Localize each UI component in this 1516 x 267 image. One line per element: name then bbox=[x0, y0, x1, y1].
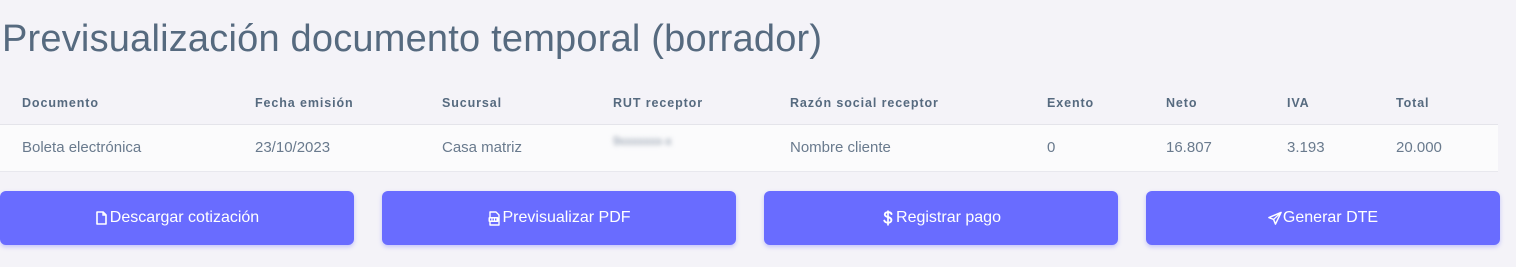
register-payment-button[interactable]: Registrar pago bbox=[764, 191, 1118, 245]
page-title: Previsualización documento temporal (bor… bbox=[2, 18, 823, 60]
column-header-fecha-emision: Fecha emisión bbox=[255, 96, 354, 110]
send-icon bbox=[1268, 210, 1282, 226]
cell-fecha-emision: 23/10/2023 bbox=[255, 139, 331, 156]
pdf-file-icon bbox=[487, 210, 501, 226]
column-header-neto: Neto bbox=[1166, 96, 1198, 110]
column-header-total: Total bbox=[1396, 96, 1430, 110]
preview-pdf-label: Previsualizar PDF bbox=[502, 209, 631, 226]
column-header-sucursal: Sucursal bbox=[442, 96, 503, 110]
table-header-row: Documento Fecha emisión Sucursal RUT rec… bbox=[0, 86, 1498, 125]
cell-razon-social: Nombre cliente bbox=[790, 139, 891, 156]
cell-rut-receptor-redacted: 9xxxxxxx-x bbox=[613, 134, 672, 148]
cell-exento: 0 bbox=[1047, 139, 1056, 156]
cell-iva: 3.193 bbox=[1287, 139, 1325, 156]
table-row: Boleta electrónica 23/10/2023 Casa matri… bbox=[0, 125, 1498, 172]
dollar-icon bbox=[881, 210, 895, 226]
register-payment-label: Registrar pago bbox=[896, 209, 1001, 226]
cell-neto: 16.807 bbox=[1166, 139, 1212, 156]
column-header-razon-social: Razón social receptor bbox=[790, 96, 939, 110]
generate-dte-button[interactable]: Generar DTE bbox=[1146, 191, 1500, 245]
column-header-rut-receptor: RUT receptor bbox=[613, 96, 703, 110]
generate-dte-label: Generar DTE bbox=[1282, 209, 1379, 226]
column-header-documento: Documento bbox=[22, 96, 99, 110]
file-icon bbox=[95, 210, 109, 226]
cell-total: 20.000 bbox=[1396, 139, 1442, 156]
document-preview-table: Documento Fecha emisión Sucursal RUT rec… bbox=[0, 86, 1498, 172]
download-quote-button[interactable]: Descargar cotización bbox=[0, 191, 354, 245]
cell-documento: Boleta electrónica bbox=[22, 139, 142, 156]
column-header-iva: IVA bbox=[1287, 96, 1310, 110]
cell-sucursal: Casa matriz bbox=[442, 139, 523, 156]
preview-pdf-button[interactable]: Previsualizar PDF bbox=[382, 191, 736, 245]
download-quote-label: Descargar cotización bbox=[109, 209, 260, 226]
column-header-exento: Exento bbox=[1047, 96, 1095, 110]
